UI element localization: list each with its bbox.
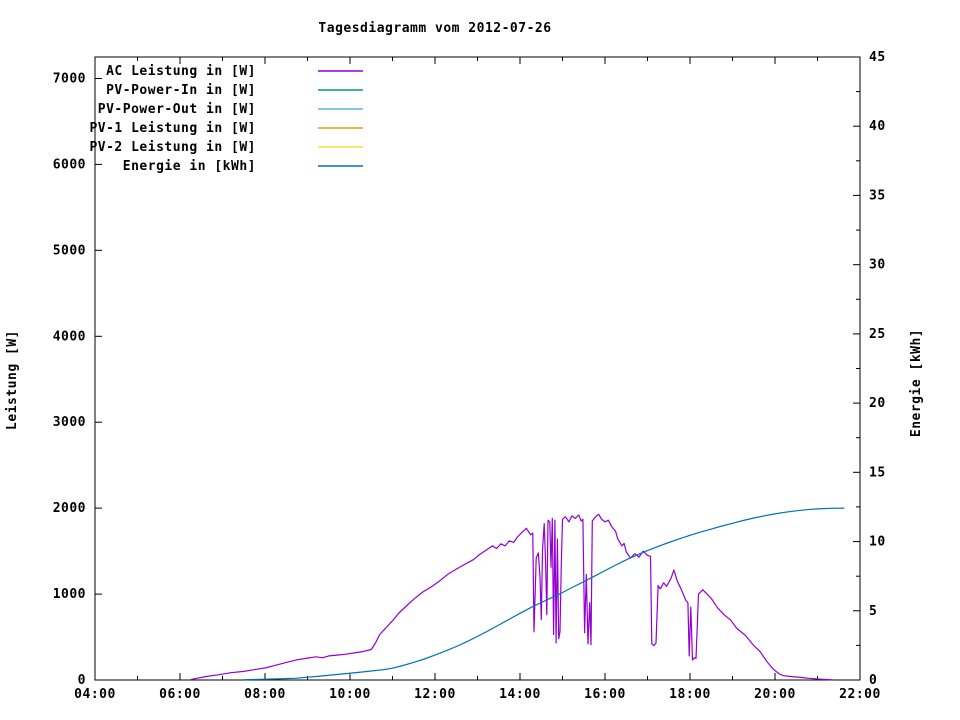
chart-title: Tagesdiagramm vom 2012-07-26: [318, 21, 551, 36]
y-left-tick-label: 5000: [53, 243, 86, 258]
y-right-tick-label: 10: [869, 535, 886, 550]
daily-diagram-page: Tagesdiagramm vom 2012-07-26 Leistung [W…: [0, 0, 960, 720]
legend-label: Energie in [kWh]: [123, 159, 256, 174]
y-right-tick-label: 25: [869, 327, 886, 342]
x-tick-label: 16:00: [584, 687, 626, 702]
y-right-tick-label: 0: [869, 673, 877, 688]
x-tick-label: 20:00: [754, 687, 796, 702]
legend-label: PV-Power-Out in [W]: [98, 102, 256, 117]
left-axis-title: Leistung [W]: [5, 330, 20, 430]
y-left-tick-label: 4000: [53, 329, 86, 344]
x-tick-label: 14:00: [499, 687, 541, 702]
legend-label: PV-Power-In in [W]: [106, 83, 256, 98]
y-left-tick-label: 7000: [53, 72, 86, 87]
x-tick-label: 12:00: [414, 687, 456, 702]
y-right-tick-label: 40: [869, 119, 886, 134]
y-right-tick-label: 20: [869, 396, 886, 411]
x-tick-label: 10:00: [329, 687, 371, 702]
x-tick-label: 04:00: [74, 687, 116, 702]
y-left-tick-label: 2000: [53, 501, 86, 516]
y-right-tick-label: 30: [869, 258, 886, 273]
legend-label: AC Leistung in [W]: [106, 64, 256, 79]
chart-generated-content: 04:00 06:00 08:00 10:00 12:00 14:00 16:00 18:00…: [53, 50, 886, 702]
series-line: [190, 513, 834, 681]
right-axis-title: Energie [kWh]: [909, 329, 924, 437]
y-right-tick-label: 15: [869, 465, 886, 480]
legend-label: PV-1 Leistung in [W]: [89, 121, 256, 136]
x-tick-label: 22:00: [839, 687, 881, 702]
y-right-tick-label: 5: [869, 604, 877, 619]
x-tick-label: 18:00: [669, 687, 711, 702]
y-left-tick-label: 0: [78, 673, 86, 688]
x-tick-label: 08:00: [244, 687, 286, 702]
y-left-tick-label: 1000: [53, 587, 86, 602]
x-tick-label: 06:00: [159, 687, 201, 702]
daily-diagram-chart: Tagesdiagramm vom 2012-07-26 Leistung [W…: [5, 21, 924, 702]
legend-label: PV-2 Leistung in [W]: [89, 140, 256, 155]
y-left-tick-label: 6000: [53, 157, 86, 172]
y-left-tick-label: 3000: [53, 415, 86, 430]
y-right-tick-label: 45: [869, 50, 886, 65]
y-right-tick-label: 35: [869, 188, 886, 203]
